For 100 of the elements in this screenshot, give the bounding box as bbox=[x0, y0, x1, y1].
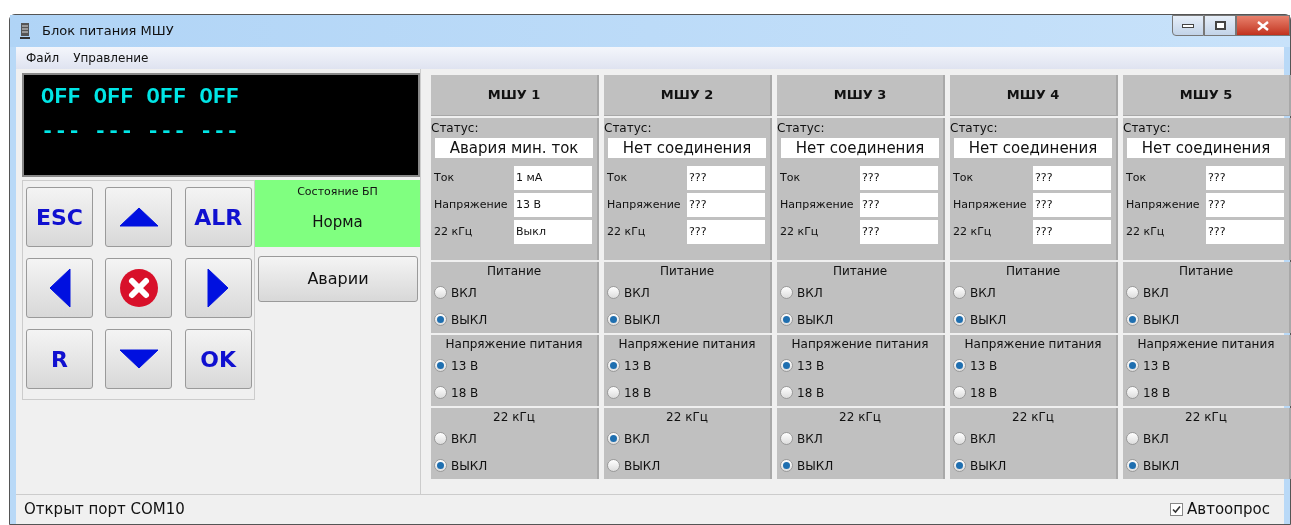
keypad-key[interactable] bbox=[105, 258, 173, 318]
radio-label: ВЫКЛ bbox=[1143, 457, 1180, 475]
group-title: Питание bbox=[485, 263, 543, 279]
radio-button[interactable] bbox=[780, 313, 793, 326]
radio-button[interactable] bbox=[953, 286, 966, 299]
group-title: 22 кГц bbox=[838, 409, 882, 425]
radio-button[interactable] bbox=[607, 432, 620, 445]
radio-button[interactable] bbox=[953, 432, 966, 445]
status-value: Нет соединения bbox=[781, 138, 939, 158]
radio-button[interactable] bbox=[780, 386, 793, 399]
radio-button[interactable] bbox=[953, 386, 966, 399]
group-title: 22 кГц bbox=[1011, 409, 1055, 425]
value-field: ??? bbox=[1033, 220, 1111, 244]
keypad-key[interactable]: ALR bbox=[184, 187, 252, 247]
keypad-key[interactable] bbox=[26, 258, 93, 318]
radio-button[interactable] bbox=[1126, 459, 1139, 472]
radio-label: ВЫКЛ bbox=[797, 311, 834, 329]
radio-button[interactable] bbox=[1126, 286, 1139, 299]
group-title: 22 кГц bbox=[492, 409, 536, 425]
radio-button[interactable] bbox=[607, 286, 620, 299]
group-title: Питание bbox=[1004, 263, 1062, 279]
radio-button[interactable] bbox=[434, 386, 447, 399]
field-label: 22 кГц bbox=[434, 223, 474, 240]
menu-item[interactable]: Управление bbox=[69, 49, 153, 67]
value-field: ??? bbox=[1206, 220, 1284, 244]
radio-button[interactable] bbox=[434, 459, 447, 472]
radio-label: ВЫКЛ bbox=[1143, 311, 1180, 329]
radio-button[interactable] bbox=[1126, 432, 1139, 445]
keypad-key[interactable] bbox=[184, 258, 252, 318]
group-title: Питание bbox=[831, 263, 889, 279]
status-label: Статус: bbox=[777, 121, 826, 135]
module-header: МШУ 2 bbox=[604, 75, 772, 116]
radio-label: ВЫКЛ bbox=[451, 311, 488, 329]
radio-button[interactable] bbox=[780, 432, 793, 445]
radio-label: ВКЛ bbox=[797, 284, 823, 302]
maximize-button[interactable] bbox=[1204, 15, 1236, 36]
module-header: МШУ 3 bbox=[777, 75, 945, 116]
radio-button[interactable] bbox=[1126, 386, 1139, 399]
radio-button[interactable] bbox=[434, 359, 447, 372]
group-title: 22 кГц bbox=[1184, 409, 1228, 425]
field-label: Ток bbox=[953, 169, 975, 186]
value-field: ??? bbox=[1206, 193, 1284, 217]
value-field: ??? bbox=[687, 193, 765, 217]
value-field: ??? bbox=[1206, 166, 1284, 190]
field-label: Ток bbox=[607, 169, 629, 186]
keypad-key[interactable] bbox=[105, 187, 173, 247]
field-label: Ток bbox=[434, 169, 456, 186]
left-arrow-icon bbox=[48, 268, 71, 308]
psu-state-title: Состояние БП bbox=[297, 184, 378, 200]
keypad-key[interactable] bbox=[105, 329, 173, 389]
close-button[interactable] bbox=[1236, 15, 1290, 36]
field-label: Напряжение bbox=[434, 196, 509, 213]
keypad-key[interactable]: OK bbox=[184, 329, 252, 389]
field-label: Ток bbox=[1126, 169, 1148, 186]
minimize-button[interactable] bbox=[1172, 15, 1204, 36]
field-label: 22 кГц bbox=[953, 223, 993, 240]
radio-label: 13 В bbox=[451, 357, 479, 375]
radio-button[interactable] bbox=[434, 286, 447, 299]
status-label: Статус: bbox=[431, 121, 480, 135]
radio-label: ВЫКЛ bbox=[797, 457, 834, 475]
keypad-key[interactable]: ESC bbox=[26, 187, 93, 247]
autopoll-checkbox[interactable] bbox=[1170, 503, 1184, 516]
radio-label: 18 В bbox=[451, 384, 479, 402]
radio-button[interactable] bbox=[607, 359, 620, 372]
radio-button[interactable] bbox=[434, 313, 447, 326]
status-value: Нет соединения bbox=[1127, 138, 1285, 158]
radio-label: 18 В bbox=[624, 384, 652, 402]
radio-button[interactable] bbox=[607, 313, 620, 326]
keypad-key[interactable]: R bbox=[26, 329, 93, 389]
menu-item[interactable]: Файл bbox=[22, 49, 64, 67]
field-label: 22 кГц bbox=[607, 223, 647, 240]
radio-label: ВЫКЛ bbox=[451, 457, 488, 475]
radio-button[interactable] bbox=[953, 313, 966, 326]
radio-label: ВКЛ bbox=[970, 430, 996, 448]
value-field: ??? bbox=[1033, 166, 1111, 190]
alarms-button[interactable]: Аварии bbox=[258, 256, 418, 302]
radio-button[interactable] bbox=[780, 286, 793, 299]
field-label: Напряжение bbox=[953, 196, 1028, 213]
radio-label: ВКЛ bbox=[451, 284, 477, 302]
value-field: 13 В bbox=[514, 193, 592, 217]
down-arrow-icon bbox=[118, 349, 159, 369]
radio-button[interactable] bbox=[953, 359, 966, 372]
radio-label: ВКЛ bbox=[797, 430, 823, 448]
radio-button[interactable] bbox=[434, 432, 447, 445]
right-arrow-icon bbox=[207, 268, 230, 308]
window-title: Блок питания МШУ bbox=[42, 22, 174, 41]
value-field: ??? bbox=[860, 166, 938, 190]
radio-label: ВЫКЛ bbox=[970, 311, 1007, 329]
radio-button[interactable] bbox=[780, 359, 793, 372]
radio-button[interactable] bbox=[780, 459, 793, 472]
status-value: Авария мин. ток bbox=[435, 138, 593, 158]
display-line: --- --- --- --- bbox=[41, 119, 241, 145]
radio-button[interactable] bbox=[607, 386, 620, 399]
value-field: ??? bbox=[687, 220, 765, 244]
radio-button[interactable] bbox=[953, 459, 966, 472]
radio-button[interactable] bbox=[1126, 313, 1139, 326]
status-value: Нет соединения bbox=[608, 138, 766, 158]
radio-button[interactable] bbox=[1126, 359, 1139, 372]
radio-label: ВЫКЛ bbox=[624, 457, 661, 475]
radio-button[interactable] bbox=[607, 459, 620, 472]
